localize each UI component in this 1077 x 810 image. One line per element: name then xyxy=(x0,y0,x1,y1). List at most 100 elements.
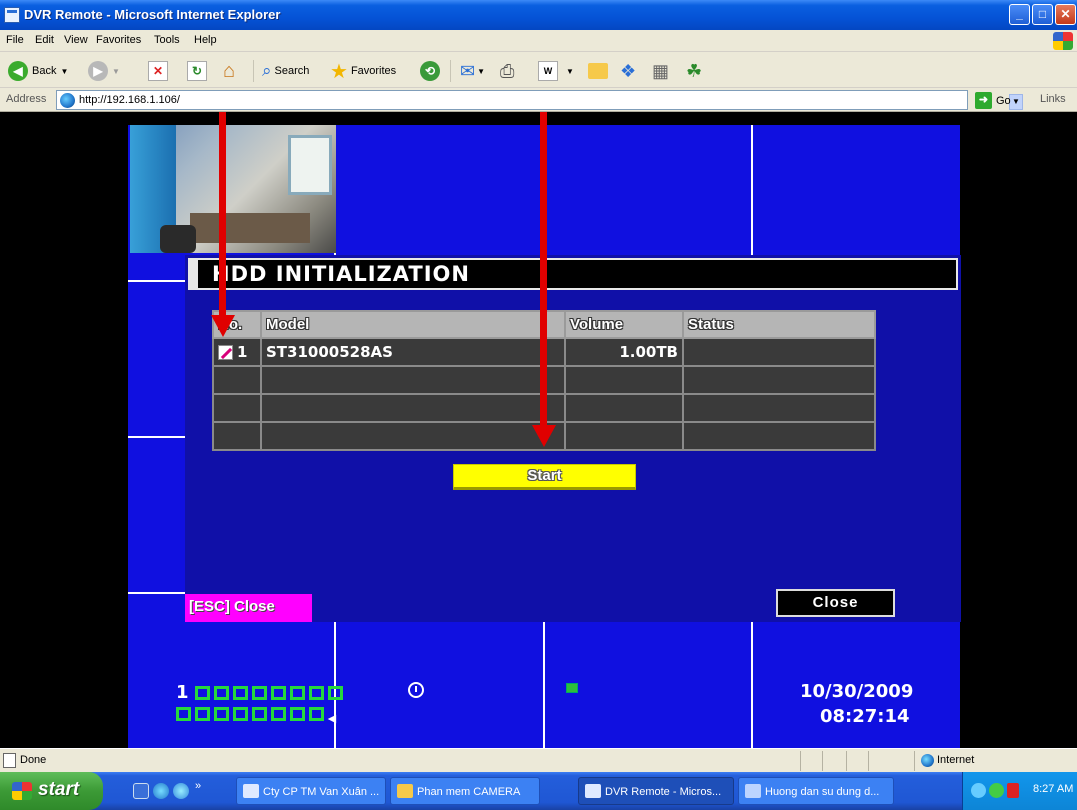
menu-help[interactable]: Help xyxy=(194,34,217,46)
close-button[interactable]: Close xyxy=(776,589,895,617)
history-button[interactable]: ⟲ xyxy=(420,60,444,82)
search-button[interactable]: ⌕ Search xyxy=(262,60,309,82)
research-button[interactable]: ❖ xyxy=(620,60,636,82)
back-dropdown-icon[interactable]: ▼ xyxy=(60,67,68,76)
menu-view[interactable]: View xyxy=(64,34,88,46)
page-icon xyxy=(60,93,75,108)
taskbar-item[interactable]: Phan mem CAMERA xyxy=(390,777,540,805)
close-window-button[interactable]: ✕ xyxy=(1055,4,1076,25)
channel-indicator xyxy=(290,707,305,721)
stop-button[interactable]: ✕ xyxy=(148,60,168,82)
dvr-date: 10/30/2009 xyxy=(800,681,914,702)
hdd-select-cell[interactable]: 1 xyxy=(212,337,262,367)
channel-start-number: 1 xyxy=(176,682,189,703)
print-icon: ⎙ xyxy=(500,60,515,81)
channel-indicator xyxy=(251,686,267,700)
ie-toolbar: ◀ Back ▼ ▶ ▼ ✕ ↻ ⌂ ⌕ Search ★ Favorites … xyxy=(0,52,1077,88)
menu-edit[interactable]: Edit xyxy=(35,34,54,46)
menu-file[interactable]: File xyxy=(6,34,24,46)
go-label: Go xyxy=(996,94,1011,107)
tray-app-icon[interactable] xyxy=(1007,783,1019,798)
messenger-icon: ☘ xyxy=(686,60,703,81)
empty-cell xyxy=(564,421,684,451)
mail-icon: ✉ xyxy=(460,60,476,81)
menu-tools[interactable]: Tools xyxy=(154,34,180,46)
channel-indicator xyxy=(194,686,210,700)
go-arrow-icon: ➜ xyxy=(975,92,992,109)
word-document-icon xyxy=(745,784,761,798)
research-icon: ❖ xyxy=(620,60,637,81)
edit-dropdown-icon[interactable]: ▼ xyxy=(566,67,574,76)
refresh-button[interactable]: ↻ xyxy=(187,60,207,82)
internet-zone-icon xyxy=(921,754,934,767)
taskbar-clock: 8:27 AM xyxy=(1033,783,1074,795)
status-divider xyxy=(914,751,915,771)
taskbar-item[interactable]: Huong dan su dung d... xyxy=(738,777,894,805)
quicklaunch-media-icon[interactable] xyxy=(173,783,189,799)
ie-window-icon xyxy=(4,7,20,23)
taskbar-item-label: Phan mem CAMERA xyxy=(417,786,521,798)
discuss-button[interactable] xyxy=(588,60,608,82)
system-tray: 8:27 AM xyxy=(962,772,1077,810)
print-button[interactable]: ⎙ xyxy=(500,60,514,82)
channel-indicator xyxy=(289,686,305,700)
toolbar-divider xyxy=(253,60,254,82)
channel-indicator xyxy=(270,686,286,700)
forward-button[interactable]: ▶ ▼ xyxy=(88,60,120,82)
favorites-button[interactable]: ★ Favorites xyxy=(330,60,396,83)
esc-close-button[interactable]: [ESC] Close xyxy=(185,594,312,622)
mail-button[interactable]: ✉ ▼ xyxy=(460,60,485,82)
tray-network-icon[interactable] xyxy=(989,783,1004,798)
tray-app-icon[interactable] xyxy=(971,783,986,798)
quicklaunch-desktop-icon[interactable] xyxy=(133,783,149,799)
ie-window-icon xyxy=(585,784,601,798)
channel-indicator xyxy=(213,686,229,700)
go-button[interactable]: ➜ Go xyxy=(975,92,1011,109)
address-input[interactable]: http://192.168.1.106/ ▼ xyxy=(56,90,1023,110)
channel-indicator xyxy=(252,707,267,721)
camera-feed-channel-1[interactable] xyxy=(130,125,336,253)
channel-indicators: 1 xyxy=(176,682,347,703)
window-titlebar[interactable]: DVR Remote - Microsoft Internet Explorer… xyxy=(0,0,1077,30)
empty-cell xyxy=(564,393,684,423)
column-header-model: Model xyxy=(260,310,566,339)
windows-logo-icon xyxy=(1053,32,1073,50)
folder-icon xyxy=(588,63,608,79)
start-label: start xyxy=(38,779,80,800)
quicklaunch-more-icon[interactable]: » xyxy=(195,780,211,796)
start-button[interactable]: Start xyxy=(453,464,636,490)
media-icon: ▦ xyxy=(652,60,670,81)
menu-favorites[interactable]: Favorites xyxy=(96,34,141,46)
taskbar-item-label: Huong dan su dung d... xyxy=(765,786,880,798)
quicklaunch-ie-icon[interactable] xyxy=(153,783,169,799)
window-title: DVR Remote - Microsoft Internet Explorer xyxy=(24,7,281,22)
address-dropdown-icon[interactable]: ▼ xyxy=(1009,94,1023,110)
edit-button[interactable]: W ▼ xyxy=(538,60,574,82)
address-label: Address xyxy=(6,93,47,105)
status-divider xyxy=(800,751,801,771)
ie-status-bar: Done Internet xyxy=(0,748,1077,772)
back-button[interactable]: ◀ Back ▼ xyxy=(8,60,68,82)
maximize-button[interactable]: □ xyxy=(1032,4,1053,25)
empty-cell xyxy=(212,393,262,423)
minimize-button[interactable]: _ xyxy=(1009,4,1030,25)
media-button[interactable]: ▦ xyxy=(652,60,669,82)
search-label: Search xyxy=(274,65,310,77)
start-menu-button[interactable]: start xyxy=(0,772,103,810)
toolbar-divider xyxy=(450,60,451,82)
taskbar-item-label: DVR Remote - Micros... xyxy=(605,786,722,798)
mail-dropdown-icon[interactable]: ▼ xyxy=(477,67,485,76)
home-icon: ⌂ xyxy=(223,59,236,82)
empty-cell xyxy=(260,393,566,423)
taskbar-item-active[interactable]: DVR Remote - Micros... xyxy=(578,777,734,805)
forward-dropdown-icon[interactable]: ▼ xyxy=(112,67,120,76)
messenger-button[interactable]: ☘ xyxy=(686,60,702,82)
home-button[interactable]: ⌂ xyxy=(223,60,235,82)
favorites-star-icon: ★ xyxy=(330,60,348,83)
links-button[interactable]: Links xyxy=(1040,93,1066,105)
taskbar-item[interactable]: Cty CP TM Van Xuân ... xyxy=(236,777,386,805)
hdd-select-checkbox[interactable] xyxy=(218,345,233,360)
back-label: Back xyxy=(32,65,57,77)
hdd-model: ST31000528AS xyxy=(260,337,566,367)
channel-indicator xyxy=(309,707,324,721)
